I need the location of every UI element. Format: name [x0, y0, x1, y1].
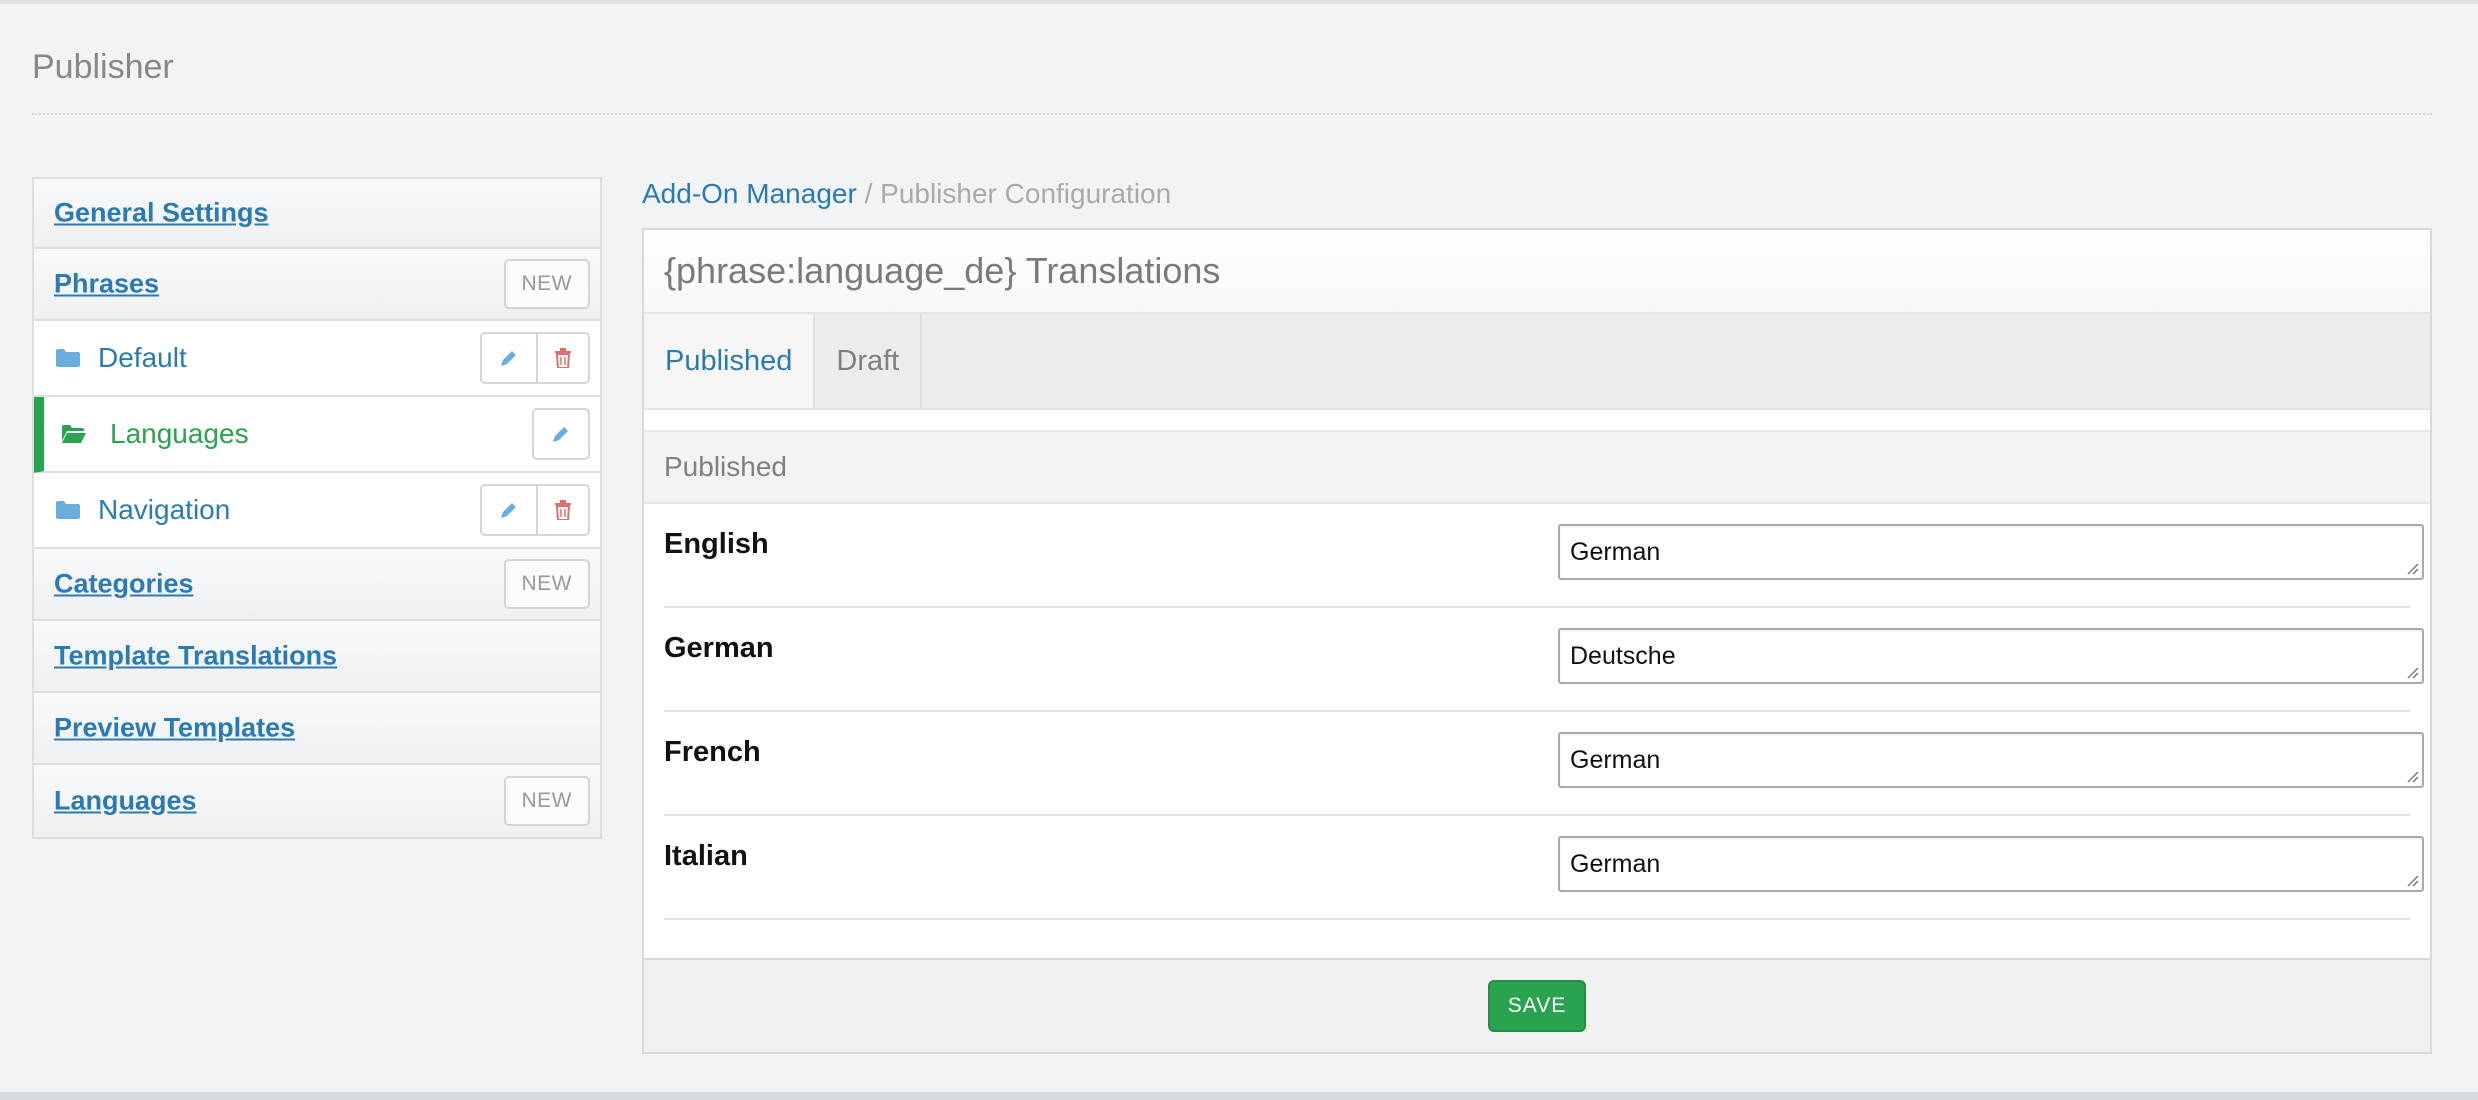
- pencil-icon: [501, 503, 516, 518]
- breadcrumb: Add-On Manager / Publisher Configuration: [642, 178, 1171, 210]
- translation-input[interactable]: German: [1558, 836, 2424, 892]
- translation-row: Italian German: [664, 816, 2424, 920]
- sidebar-item-preview-templates: Preview Templates: [34, 693, 600, 765]
- input-value: German: [1570, 538, 1661, 566]
- pencil-icon: [501, 351, 516, 366]
- preview-templates-link[interactable]: Preview Templates: [54, 713, 295, 744]
- translation-row: French German: [664, 712, 2424, 816]
- title-divider: [32, 113, 2432, 115]
- categories-link[interactable]: Categories: [54, 569, 194, 600]
- edit-button[interactable]: [482, 334, 536, 382]
- translation-input[interactable]: German: [1558, 732, 2424, 788]
- tabs-bar: Published Draft: [644, 314, 2430, 410]
- panel-title: {phrase:language_de} Translations: [644, 230, 2430, 314]
- sidebar-item-categories: Categories NEW: [34, 549, 600, 621]
- tab-draft[interactable]: Draft: [815, 314, 923, 408]
- phrase-group-actions: [532, 408, 590, 460]
- trash-icon: [555, 500, 571, 520]
- input-value: Deutsche: [1570, 642, 1676, 670]
- page-title: Publisher: [32, 48, 174, 86]
- save-button[interactable]: SAVE: [1487, 980, 1587, 1032]
- edit-button[interactable]: [482, 486, 536, 534]
- pencil-icon: [553, 427, 568, 442]
- folder-open-icon: [62, 425, 86, 443]
- translation-row: German Deutsche: [664, 608, 2424, 712]
- phrase-group-label: Navigation: [98, 494, 231, 525]
- translation-input[interactable]: German: [1558, 524, 2424, 580]
- new-phrase-button[interactable]: NEW: [503, 259, 590, 309]
- tab-published[interactable]: Published: [644, 314, 816, 408]
- folder-icon: [56, 501, 80, 519]
- template-translations-link[interactable]: Template Translations: [54, 641, 337, 672]
- input-value: German: [1570, 746, 1661, 774]
- sidebar-item-general-settings: General Settings: [34, 179, 600, 249]
- phrase-group-label: Languages: [110, 418, 249, 449]
- phrase-group-languages[interactable]: Languages: [34, 397, 600, 473]
- phrase-group-navigation[interactable]: Navigation: [34, 473, 600, 549]
- sidebar-item-languages: Languages NEW: [34, 765, 600, 837]
- resize-grip-icon[interactable]: [2405, 665, 2419, 679]
- new-category-button[interactable]: NEW: [503, 559, 590, 609]
- phrase-group-label: Default: [98, 342, 187, 373]
- resize-grip-icon[interactable]: [2405, 873, 2419, 887]
- general-settings-link[interactable]: General Settings: [54, 198, 269, 229]
- row-label: Italian: [664, 840, 748, 872]
- sidebar-item-phrases: Phrases NEW: [34, 249, 600, 321]
- row-label: English: [664, 528, 769, 560]
- spacer: [644, 410, 2430, 430]
- edit-button[interactable]: [534, 410, 588, 458]
- input-value: German: [1570, 850, 1661, 878]
- delete-button[interactable]: [536, 334, 588, 382]
- phrases-link[interactable]: Phrases: [54, 269, 159, 300]
- phrase-group-default[interactable]: Default: [34, 321, 600, 397]
- translations-panel: {phrase:language_de} Translations Publis…: [642, 228, 2432, 1054]
- phrase-group-actions: [480, 332, 590, 384]
- translation-input[interactable]: Deutsche: [1558, 628, 2424, 684]
- row-label: German: [664, 632, 774, 664]
- breadcrumb-addon-manager[interactable]: Add-On Manager: [642, 178, 857, 209]
- row-label: French: [664, 736, 761, 768]
- delete-button[interactable]: [536, 486, 588, 534]
- languages-link[interactable]: Languages: [54, 786, 197, 817]
- panel-footer: SAVE: [644, 958, 2430, 1052]
- phrase-group-actions: [480, 484, 590, 536]
- bottom-border: [0, 1092, 2478, 1100]
- sidebar-item-template-translations: Template Translations: [34, 621, 600, 693]
- breadcrumb-current: Publisher Configuration: [880, 178, 1172, 209]
- translation-row: English German: [664, 504, 2424, 608]
- folder-icon: [56, 349, 80, 367]
- resize-grip-icon[interactable]: [2405, 769, 2419, 783]
- trash-icon: [555, 348, 571, 368]
- section-title: Published: [644, 430, 2430, 504]
- breadcrumb-separator: /: [864, 178, 873, 209]
- resize-grip-icon[interactable]: [2405, 561, 2419, 575]
- new-language-button[interactable]: NEW: [503, 776, 590, 826]
- top-border: [0, 0, 2478, 4]
- sidebar: General Settings Phrases NEW Default Lan…: [32, 177, 602, 839]
